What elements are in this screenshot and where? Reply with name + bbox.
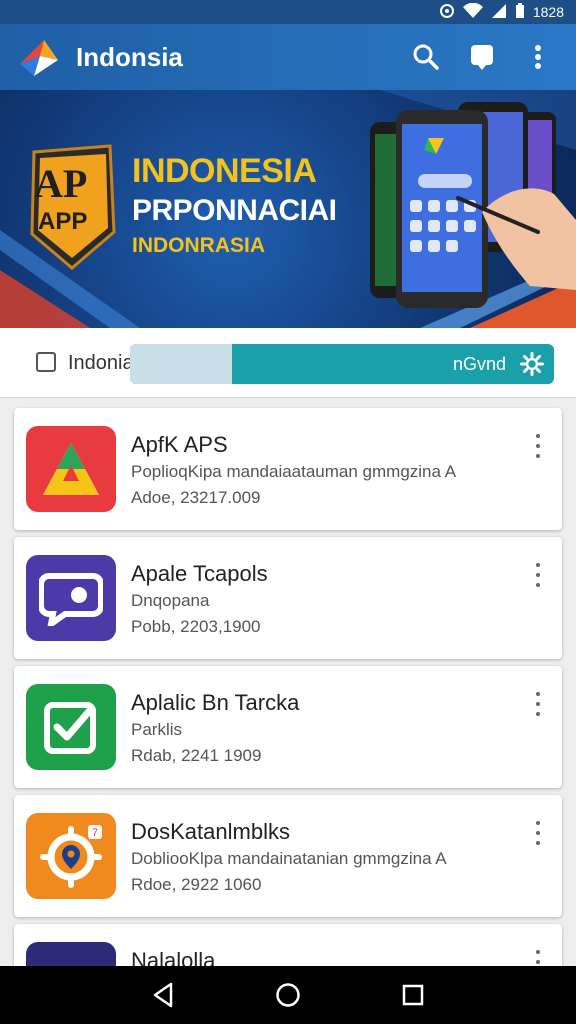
item-more-button[interactable]	[528, 819, 548, 847]
filter-bar-text: nGvnd	[452, 354, 506, 374]
app-title: Aplalic Bn Tarcka	[131, 690, 300, 715]
app-description: Dnqopana	[131, 591, 210, 610]
app-title: Nalalolla	[131, 948, 216, 966]
promo-banner[interactable]: AP APP INDONESIA PRPONNACIAI INDONRASIA	[0, 90, 576, 328]
app-icon	[26, 942, 116, 966]
status-bar: 1828	[0, 0, 576, 24]
search-icon	[413, 44, 439, 70]
filter-progress-bar[interactable]: nGvnd	[130, 344, 554, 384]
badge-text-top: AP	[34, 161, 88, 206]
app-title: Indonsia	[76, 41, 183, 72]
app-meta: Rdoe, 2922 1060	[131, 875, 262, 894]
app-meta: Adoe, 23217.009	[131, 488, 261, 507]
app-description: PoplioqKipa mandaiaatauman gmmgzina A	[131, 462, 457, 481]
signal-icon	[491, 3, 507, 21]
app-title: ApfK APS	[131, 432, 228, 457]
list-item[interactable]: Apale Tcapols Dnqopana Pobb, 2203,1900	[14, 537, 562, 659]
back-button[interactable]	[143, 975, 183, 1015]
app-icon	[26, 555, 116, 641]
app-meta: Rdab, 2241 1909	[131, 746, 262, 765]
app-icon	[26, 684, 116, 770]
item-more-button[interactable]	[528, 432, 548, 460]
svg-text:7: 7	[92, 827, 98, 839]
app-description: Parklis	[131, 720, 183, 739]
back-icon	[153, 982, 172, 1008]
filter-row: Indoniauais nGvnd	[0, 328, 576, 398]
app-icon: 7	[26, 813, 116, 899]
badge-text-bottom: APP	[38, 208, 88, 235]
filter-checkbox[interactable]	[36, 352, 56, 372]
search-button[interactable]	[404, 35, 448, 79]
triangle-a-icon	[43, 443, 99, 495]
battery-icon	[515, 3, 525, 21]
home-icon	[276, 983, 300, 1007]
item-more-button[interactable]	[528, 948, 548, 966]
app-title: DosKatanlmblks	[131, 819, 290, 844]
app-bar: Indonsia	[0, 24, 576, 90]
list-item[interactable]: ApfK APS PoplioqKipa mandaiaatauman gmmg…	[14, 408, 562, 530]
system-nav-bar	[0, 966, 576, 1024]
more-vert-icon	[535, 45, 541, 69]
list-item[interactable]: Aplalic Bn Tarcka Parklis Rdab, 2241 190…	[14, 666, 562, 788]
partial-app-icon	[41, 955, 101, 966]
chat-bubble-icon	[39, 573, 103, 626]
settings-gear-icon[interactable]	[520, 352, 544, 376]
banner-tagline: INDONRASIA	[132, 234, 266, 257]
filter-progress-fill	[130, 344, 232, 384]
alarm-icon	[439, 3, 455, 21]
location-gear-icon: 7	[40, 825, 102, 888]
wifi-icon	[462, 2, 483, 21]
app-logo-icon	[20, 40, 58, 76]
app-list: ApfK APS PoplioqKipa mandaiaatauman gmmg…	[0, 398, 576, 966]
list-item[interactable]: Nalalolla	[14, 924, 562, 966]
checkbox-icon	[44, 702, 96, 754]
app-description: DobliooKlpa mandainatanian gmmgzina A	[131, 849, 447, 868]
app-meta: Pobb, 2203,1900	[131, 617, 261, 636]
recents-icon	[403, 984, 424, 1006]
item-more-button[interactable]	[528, 561, 548, 589]
app-title: Apale Tcapols	[131, 561, 268, 586]
recents-button[interactable]	[393, 975, 433, 1015]
list-item[interactable]: 7 DosKatanlmblks DobliooKlpa mandainatan…	[14, 795, 562, 917]
notification-button[interactable]	[460, 35, 504, 79]
overflow-menu-button[interactable]	[516, 35, 560, 79]
banner-subheadline: PRPONNACIAI	[132, 194, 337, 227]
home-button[interactable]	[268, 975, 308, 1015]
banner-headline: INDONESIA	[132, 152, 317, 190]
banner-phones-illustration	[370, 102, 576, 308]
app-icon	[26, 426, 116, 512]
item-more-button[interactable]	[528, 690, 548, 718]
notification-icon	[471, 45, 493, 70]
status-time: 1828	[532, 4, 564, 20]
